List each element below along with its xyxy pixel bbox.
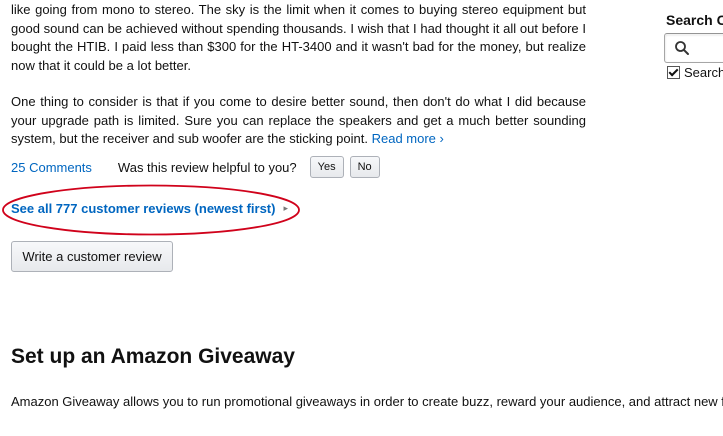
helpful-question: Was this review helpful to you? bbox=[117, 159, 297, 175]
review-paragraph-1: like going from mono to stereo. The sky … bbox=[11, 2, 586, 73]
see-all-reviews-label: See all 777 customer reviews (newest fir… bbox=[11, 201, 276, 216]
see-all-reviews-link[interactable]: See all 777 customer reviews (newest fir… bbox=[11, 201, 288, 216]
giveaway-heading: Set up an Amazon Giveaway bbox=[11, 345, 295, 368]
search-checkbox[interactable] bbox=[667, 66, 680, 79]
write-review-button[interactable]: Write a customer review bbox=[11, 241, 173, 272]
helpful-no-button[interactable]: No bbox=[349, 156, 380, 178]
review-body: like going from mono to stereo. The sky … bbox=[11, 1, 586, 149]
review-paragraph-2-text: One thing to consider is that if you com… bbox=[11, 94, 586, 146]
read-more-link[interactable]: Read more › bbox=[372, 131, 444, 146]
sidebar-search-heading: Search C bbox=[666, 12, 723, 28]
sidebar-search-input[interactable] bbox=[664, 33, 723, 63]
review-feedback-row: 25 Comments Was this review helpful to y… bbox=[11, 155, 386, 179]
search-checkbox-label: Search bbox=[684, 65, 723, 80]
review-paragraph-2: One thing to consider is that if you com… bbox=[11, 93, 586, 149]
comments-link[interactable]: 25 Comments bbox=[11, 160, 92, 175]
search-icon bbox=[675, 41, 689, 55]
giveaway-description: Amazon Giveaway allows you to run promot… bbox=[11, 394, 723, 409]
chevron-right-icon: ▸ bbox=[283, 203, 288, 213]
helpful-yes-button[interactable]: Yes bbox=[309, 156, 344, 178]
sidebar-search-checkbox-row[interactable]: Search bbox=[667, 65, 723, 80]
